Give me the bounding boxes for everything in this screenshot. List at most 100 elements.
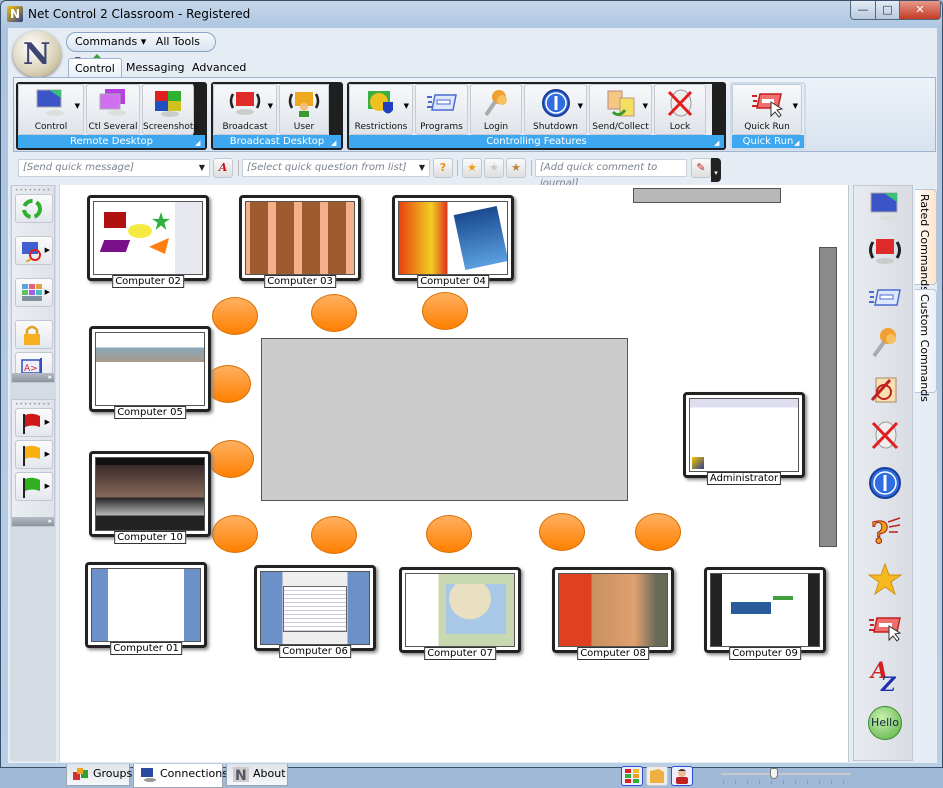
group-remote-desktop: ▼ Control Ctl Several Screenshots Remote… [16,82,207,150]
restrictions-button[interactable]: ▼ Restrictions [349,84,413,135]
send-message-button[interactable]: A [213,158,233,178]
tab-rated-commands[interactable]: Rated Commands [915,189,937,292]
seat[interactable] [422,292,468,330]
computer-tile[interactable]: Computer 05 [89,326,211,419]
keys-icon [484,90,507,117]
quick-run-button[interactable]: ▼ Quick Run [732,84,802,135]
send-collect-button[interactable]: ▼ Send/Collect [589,84,652,135]
color-grid-toggle[interactable] [621,766,643,786]
toolbar-overflow-button[interactable]: ▾ [711,158,721,182]
classroom-layout: Computer 02 Computer 03 Computer 04 Comp… [59,185,849,762]
minimize-button[interactable]: — [850,1,876,20]
dialog-launcher-icon[interactable]: ◢ [794,138,804,148]
seat[interactable] [212,515,258,553]
user-icon [676,769,688,784]
seat[interactable] [539,513,585,551]
view-computer-button[interactable]: ▶ [15,236,53,265]
power-icon[interactable] [868,466,902,500]
shutdown-button[interactable]: ▼ Shutdown [524,84,587,135]
seat[interactable] [212,297,258,335]
seat[interactable] [311,294,357,332]
monitor-icon[interactable] [868,190,902,224]
lock-screen-button[interactable] [15,320,53,349]
computer-tile[interactable]: Computer 03 [239,195,361,288]
connections-icon [141,768,156,782]
rate-bronze-button[interactable]: ★ [506,158,526,178]
quick-run-icon [752,93,783,118]
tab-about[interactable]: N About [226,764,288,786]
groups-icon [73,768,88,780]
broadcast-icon[interactable] [868,234,902,268]
computer-tile[interactable]: Computer 09 [704,567,826,660]
az-sort-icon[interactable]: AZ [868,658,902,692]
control-button[interactable]: ▼ Control [18,84,84,135]
computer-tile[interactable]: Computer 10 [89,451,211,544]
tab-advanced-tools[interactable]: Advanced tools [186,58,252,93]
maximize-button[interactable]: □ [875,1,900,20]
computer-tile-administrator[interactable]: Administrator [683,392,805,485]
broadcast-user-button[interactable]: User [279,84,329,135]
computer-tile[interactable]: Computer 07 [399,567,521,660]
quick-question-combo[interactable]: [Select quick question from list] ▼ [242,159,430,177]
star-icon[interactable] [868,562,902,596]
thumbnail-view-button[interactable]: ▶ [15,278,53,307]
broadcast-button[interactable]: ▼ Broadcast [213,84,277,135]
lock-mouse-icon[interactable] [868,418,902,452]
keys-icon[interactable] [868,326,902,360]
group-overflow-icon[interactable]: ▸ [12,517,54,526]
ctl-several-button[interactable]: Ctl Several [86,84,140,135]
add-journal-button[interactable]: ✎ [691,158,711,178]
screen-thumbnail [710,573,820,647]
programs-button[interactable]: Programs [415,84,468,135]
tab-groups[interactable]: Groups [66,764,132,786]
computer-tile[interactable]: Computer 04 [392,195,514,288]
seat[interactable] [208,440,254,478]
classroom-table [261,338,628,501]
seat[interactable] [635,513,681,551]
computer-tile[interactable]: Computer 06 [254,565,376,658]
lock-button[interactable]: Lock [654,84,706,135]
journal-comment-input[interactable]: [Add quick comment to journal] [535,159,687,189]
group-overflow-icon[interactable]: ▸ [12,373,54,382]
thumbnails-icon [22,284,42,301]
tab-control[interactable]: Control [68,58,122,78]
screenshots-button[interactable]: Screenshots [142,84,198,135]
star-silver-icon: ★ [489,161,499,174]
commands-menu[interactable]: Commands ▾ [75,35,146,48]
star-bronze-icon: ★ [511,161,521,174]
zoom-slider[interactable] [721,768,851,784]
login-button[interactable]: Login [470,84,522,135]
dialog-launcher-icon[interactable]: ◢ [195,138,205,148]
app-menu-orb[interactable]: N [13,31,61,77]
quick-run-icon[interactable] [868,610,902,644]
user-toggle[interactable] [671,766,693,786]
quick-message-combo[interactable]: [Send quick message] ▼ [18,159,210,177]
computer-tile[interactable]: Computer 01 [85,562,207,655]
question-icon: ? [439,161,447,174]
refresh-button[interactable] [15,194,53,223]
close-button[interactable]: ✕ [899,1,941,20]
zoom-slider-thumb[interactable] [769,768,778,779]
question-icon[interactable]: ? [868,514,902,548]
programs-icon[interactable] [868,281,902,315]
seat[interactable] [426,515,472,553]
edit-icon[interactable] [868,372,902,406]
tab-messaging[interactable]: Messaging [120,58,190,78]
rate-neutral-button[interactable]: ★ [484,158,504,178]
folder-toggle[interactable] [646,766,668,786]
rate-good-button[interactable]: ★ [462,158,482,178]
dialog-launcher-icon[interactable]: ◢ [714,138,724,148]
yellow-flag-button[interactable]: ▶ [15,440,53,469]
dialog-launcher-icon[interactable]: ◢ [331,138,341,148]
seat[interactable] [311,516,357,554]
seat[interactable] [205,365,251,403]
red-flag-button[interactable]: ▶ [15,408,53,437]
hello-bubble-icon[interactable]: Hello [868,706,902,740]
computer-tile[interactable]: Computer 02 [87,195,209,288]
ask-question-button[interactable]: ? [433,158,453,178]
computer-tile[interactable]: Computer 08 [552,567,674,660]
tab-custom-commands[interactable]: Custom Commands [915,289,937,402]
chevron-down-icon[interactable]: ▼ [419,160,425,176]
chevron-down-icon[interactable]: ▼ [199,160,205,176]
green-flag-button[interactable]: ▶ [15,472,53,501]
